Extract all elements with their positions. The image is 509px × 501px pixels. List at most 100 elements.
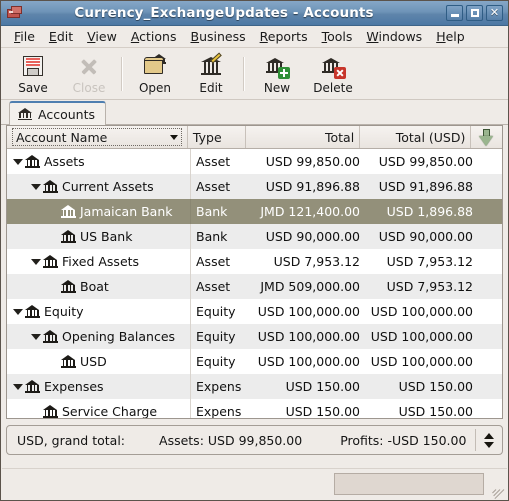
wallet-icon [6, 5, 24, 21]
table-row[interactable]: Fixed Assets Asset USD 7,953.12 USD 7,953.1… [7, 249, 502, 274]
menu-tools[interactable]: Tools [315, 27, 360, 46]
table-row[interactable]: US Bank Bank USD 90,000.00 USD 90,000.00 [7, 224, 502, 249]
account-type-cell: Expens [196, 379, 242, 394]
account-name-label: Current Assets [62, 179, 154, 194]
account-name-cell: Jamaican Bank [7, 199, 191, 224]
application-window: Currency_ExchangeUpdates - Accounts ✕ Fi… [0, 0, 509, 501]
account-total-usd-cell: USD 90,000.00 [378, 229, 473, 244]
menu-windows[interactable]: Windows [359, 27, 429, 46]
summary-bar: USD, grand total: Assets: USD 99,850.00 … [6, 425, 503, 455]
account-name-label: Assets [44, 154, 85, 169]
bank-icon [18, 108, 32, 120]
account-total-cell: USD 150.00 [285, 379, 360, 394]
table-row[interactable]: Opening Balances Equity USD 100,000.00 USD … [7, 324, 502, 349]
column-options-button[interactable] [471, 126, 502, 148]
menu-file[interactable]: File [7, 27, 42, 46]
maximize-icon[interactable] [466, 5, 483, 21]
delete-account-x-icon [320, 53, 346, 79]
expander-triangle-icon[interactable] [29, 249, 43, 274]
new-button-label: New [263, 80, 291, 95]
account-type-cell: Bank [196, 229, 228, 244]
table-row[interactable]: Current Assets Asset USD 91,896.88 USD 91,8… [7, 174, 502, 199]
expander-triangle-icon[interactable] [11, 299, 25, 324]
account-name-label: Fixed Assets [62, 254, 140, 269]
menu-actions[interactable]: Actions [124, 27, 184, 46]
summary-label: USD, grand total: [17, 432, 126, 448]
account-type-cell: Asset [196, 279, 231, 294]
account-name-label: Opening Balances [62, 329, 176, 344]
close-icon[interactable]: ✕ [486, 5, 503, 21]
bank-icon [25, 380, 40, 393]
account-name-cell: US Bank [7, 224, 191, 249]
account-name-label: US Bank [80, 229, 133, 244]
expander-triangle-icon[interactable] [11, 374, 25, 399]
summary-profits: Profits: -USD 150.00 [340, 432, 467, 448]
menu-help[interactable]: Help [429, 27, 472, 46]
menu-reports[interactable]: Reports [253, 27, 315, 46]
tab-accounts[interactable]: Accounts [9, 101, 106, 125]
close-x-icon [76, 53, 102, 79]
account-total-usd-cell: USD 100,000.00 [370, 304, 473, 319]
open-folder-icon [142, 53, 168, 79]
new-account-plus-icon [264, 53, 290, 79]
account-total-cell: JMD 121,400.00 [260, 204, 360, 219]
account-type-cell: Equity [196, 304, 236, 319]
table-row[interactable]: USD Equity USD 100,000.00 USD 100,000.00 [7, 349, 502, 374]
account-name-cell: Fixed Assets [7, 249, 191, 274]
menu-edit[interactable]: Edit [42, 27, 80, 46]
edit-button[interactable]: Edit [183, 50, 239, 98]
bank-icon [43, 405, 58, 418]
account-name-label: Boat [80, 279, 109, 294]
column-header-type[interactable]: Type [187, 126, 247, 148]
title-bar: Currency_ExchangeUpdates - Accounts ✕ [1, 1, 508, 26]
column-header-total-label: Total [324, 129, 355, 145]
expander-placeholder [47, 349, 61, 374]
account-name-cell: Equity [7, 299, 191, 324]
table-row[interactable]: Expenses Expens USD 150.00 USD 150.00 [7, 374, 502, 399]
menu-bar: File Edit View Actions Business Reports … [1, 26, 508, 48]
expander-placeholder [47, 274, 61, 299]
resize-grip-icon[interactable] [488, 476, 505, 500]
bank-icon [25, 155, 40, 168]
account-name-label: USD [80, 354, 107, 369]
toolbar-separator-2 [243, 56, 245, 91]
up-down-spinner-icon[interactable] [476, 426, 502, 454]
account-name-cell: Assets [7, 149, 191, 174]
save-button[interactable]: Save [5, 50, 61, 98]
column-header-account-name[interactable]: Account Name [7, 126, 188, 148]
account-total-cell: USD 99,850.00 [265, 154, 360, 169]
account-name-label: Jamaican Bank [80, 204, 173, 219]
column-header-account-name-label: Account Name [16, 129, 108, 145]
table-row[interactable]: Equity Equity USD 100,000.00 USD 100,000.00 [7, 299, 502, 324]
open-button-label: Open [138, 80, 172, 95]
menu-view[interactable]: View [80, 27, 124, 46]
floppy-disk-icon [20, 53, 46, 79]
bank-icon [61, 280, 76, 293]
account-name-cell: USD [7, 349, 191, 374]
table-row[interactable]: Service Charge Expens USD 150.00 USD 150.00 [7, 399, 502, 419]
delete-button-label: Delete [313, 80, 353, 95]
account-name-label: Expenses [44, 379, 104, 394]
tree-rows: Assets Asset USD 99,850.00 USD 99,850.00 Cur… [7, 149, 502, 419]
open-button[interactable]: Open [127, 50, 183, 98]
delete-account-button[interactable]: Delete [305, 50, 361, 98]
table-row[interactable]: Jamaican Bank Bank JMD 121,400.00 USD 1,896… [7, 199, 502, 224]
account-total-cell: USD 100,000.00 [257, 354, 360, 369]
close-button[interactable]: Close [61, 50, 117, 98]
account-total-usd-cell: USD 7,953.12 [386, 279, 473, 294]
column-header-total-usd[interactable]: Total (USD) [360, 126, 472, 148]
minimize-icon[interactable] [446, 5, 463, 21]
column-header-total[interactable]: Total [246, 126, 361, 148]
account-type-cell: Expens [196, 404, 242, 419]
account-name-cell: Current Assets [7, 174, 191, 199]
new-account-button[interactable]: New [249, 50, 305, 98]
expander-triangle-icon[interactable] [11, 149, 25, 174]
account-total-cell: USD 100,000.00 [257, 329, 360, 344]
menu-business[interactable]: Business [184, 27, 253, 46]
table-row[interactable]: Assets Asset USD 99,850.00 USD 99,850.00 [7, 149, 502, 174]
expander-triangle-icon[interactable] [29, 174, 43, 199]
edit-pencil-icon [198, 51, 224, 79]
expander-triangle-icon[interactable] [29, 324, 43, 349]
account-name-cell: Boat [7, 274, 191, 299]
table-row[interactable]: Boat Asset JMD 509,000.00 USD 7,953.12 [7, 274, 502, 299]
